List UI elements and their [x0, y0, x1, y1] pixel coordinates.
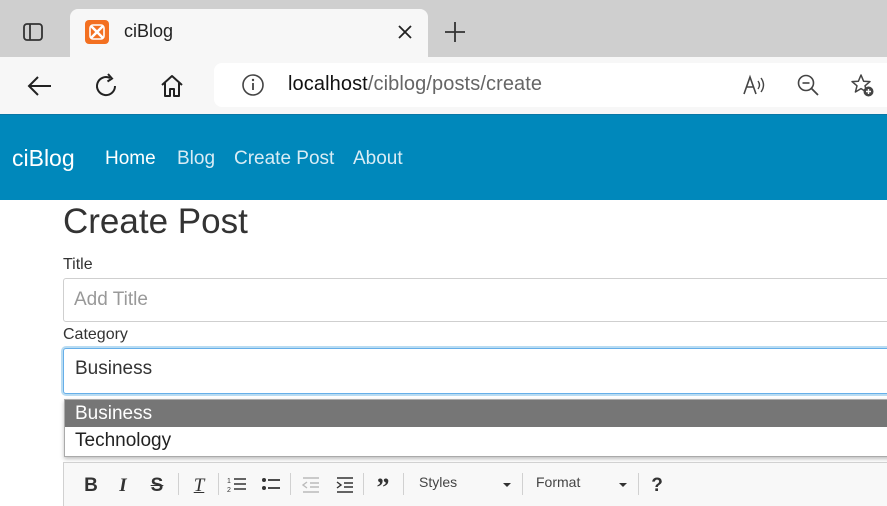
bulleted-list-icon[interactable]	[261, 475, 281, 495]
nav-home-link[interactable]: Home	[105, 148, 156, 170]
category-option-business[interactable]: Business	[65, 400, 887, 427]
category-select[interactable]: Business	[63, 348, 887, 394]
styles-chevron-down-icon[interactable]	[503, 483, 511, 487]
nav-blog-link[interactable]: Blog	[177, 148, 215, 170]
strikethrough-icon[interactable]: S	[149, 475, 165, 496]
toolbar-separator	[178, 473, 179, 495]
browser-tab[interactable]: ciBlog	[70, 9, 428, 57]
browser-tab-bar: ciBlog	[0, 0, 887, 57]
toolbar-separator	[290, 473, 291, 495]
blockquote-icon[interactable]: ”	[372, 473, 394, 502]
nav-about-link[interactable]: About	[353, 148, 403, 170]
increase-indent-icon[interactable]	[335, 475, 355, 495]
nav-create-post-link[interactable]: Create Post	[234, 148, 334, 170]
svg-text:2: 2	[227, 487, 231, 494]
help-icon[interactable]: ?	[649, 475, 665, 496]
format-combo[interactable]: Format	[536, 474, 580, 490]
category-option-technology[interactable]: Technology	[65, 427, 887, 454]
zoom-out-icon[interactable]	[795, 72, 821, 98]
category-dropdown-list: Business Technology	[64, 399, 887, 457]
svg-text:1: 1	[227, 478, 231, 485]
close-tab-icon[interactable]	[394, 21, 416, 43]
back-icon[interactable]	[25, 71, 55, 101]
decrease-indent-icon[interactable]	[301, 475, 321, 495]
category-label: Category	[63, 326, 128, 343]
site-navbar: ciBlog Home Blog Create Post About	[0, 114, 887, 200]
toolbar-separator	[218, 473, 219, 495]
toolbar-separator	[363, 473, 364, 495]
title-input[interactable]	[63, 278, 887, 322]
numbered-list-icon[interactable]: 1 2	[227, 475, 247, 495]
read-aloud-icon[interactable]	[741, 72, 767, 98]
bold-icon[interactable]: B	[83, 475, 99, 496]
styles-combo[interactable]: Styles	[419, 474, 457, 490]
title-label: Title	[63, 256, 93, 273]
page-title: Create Post	[63, 202, 248, 241]
toolbar-separator	[403, 473, 404, 495]
site-info-icon[interactable]	[240, 72, 266, 98]
italic-icon[interactable]: I	[116, 475, 130, 496]
new-tab-icon[interactable]	[443, 20, 467, 44]
refresh-icon[interactable]	[91, 71, 121, 101]
toolbar-separator	[638, 473, 639, 495]
url-text[interactable]: localhost/ciblog/posts/create	[288, 73, 542, 96]
add-favorite-icon[interactable]	[849, 72, 875, 98]
home-icon[interactable]	[157, 71, 187, 101]
tab-title: ciBlog	[124, 21, 174, 41]
toolbar-separator	[522, 473, 523, 495]
editor-toolbar: B I S T 1 2 ” Styles Format ?	[63, 462, 887, 506]
browser-toolbar: localhost/ciblog/posts/create	[0, 57, 887, 114]
brand-link[interactable]: ciBlog	[12, 145, 75, 172]
format-chevron-down-icon[interactable]	[619, 483, 627, 487]
xampp-favicon-icon	[85, 20, 109, 44]
remove-format-icon[interactable]: T	[189, 475, 209, 496]
tab-actions-icon[interactable]	[22, 21, 44, 43]
address-bar[interactable]: localhost/ciblog/posts/create	[214, 63, 887, 107]
